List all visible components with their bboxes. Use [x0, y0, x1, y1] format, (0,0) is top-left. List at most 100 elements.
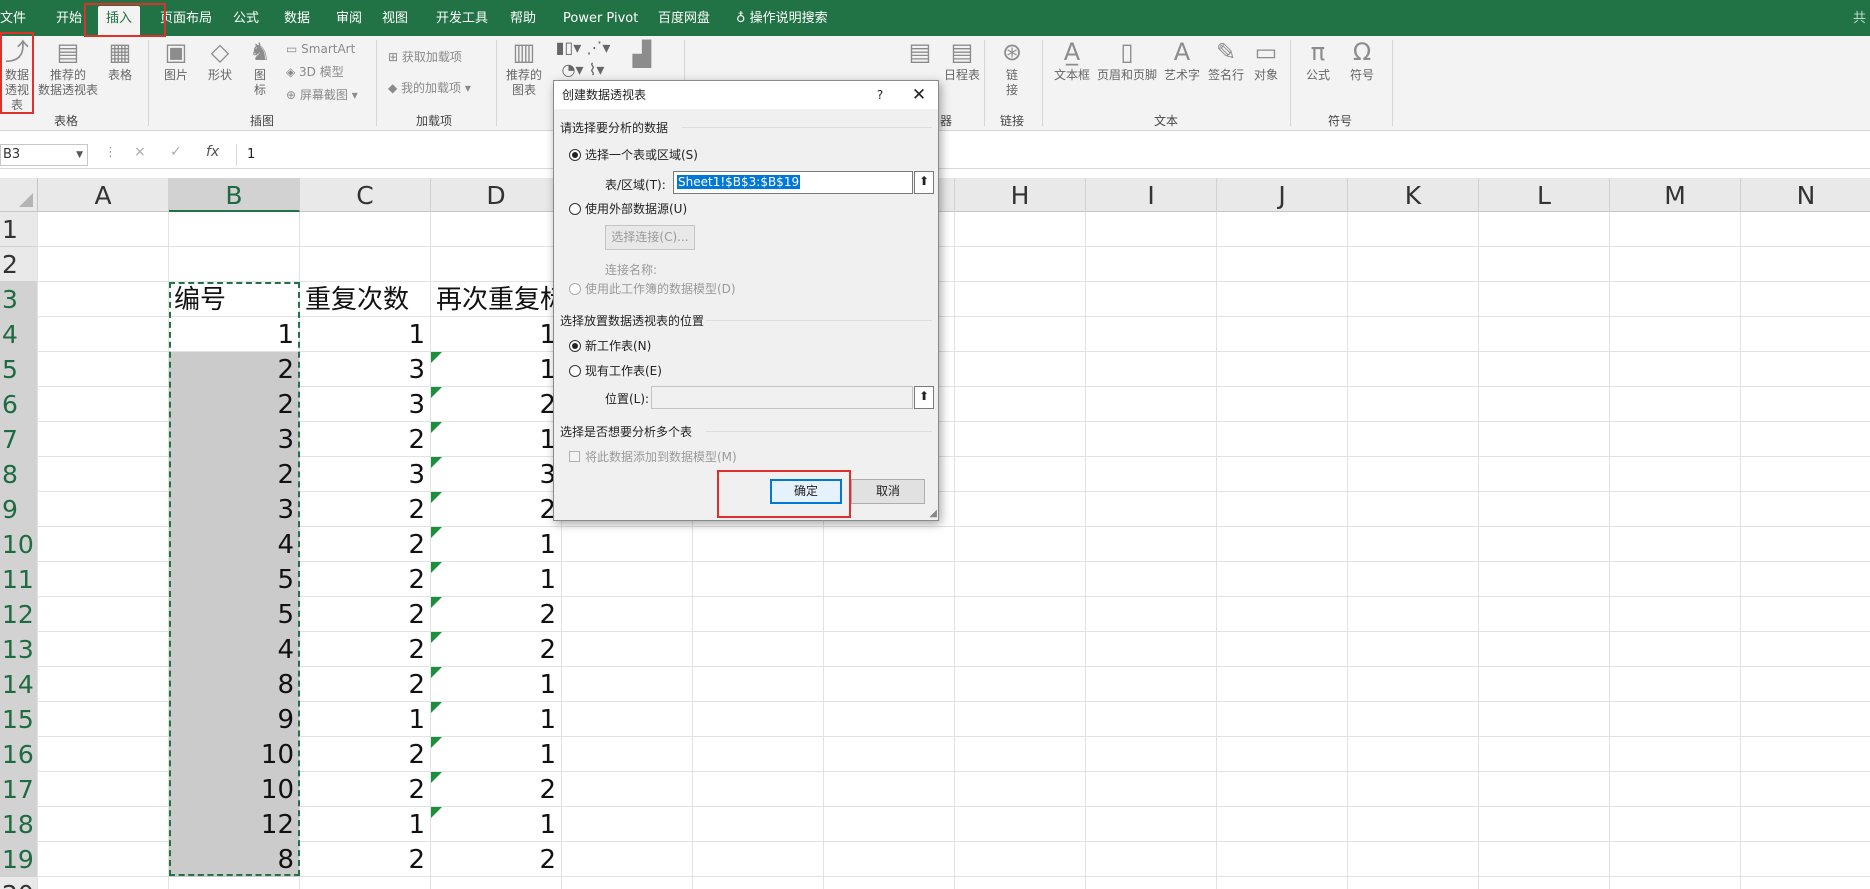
cell-repeat-mark[interactable]: 1	[431, 317, 561, 352]
slicer-button[interactable]: ▤	[900, 38, 940, 68]
column-header[interactable]: M	[1610, 178, 1741, 212]
row-header[interactable]: 12	[0, 597, 38, 632]
cell-repeat-mark[interactable]: 1	[431, 422, 561, 457]
equation-button[interactable]: π 公式	[1300, 38, 1336, 83]
formula-input[interactable]: 1	[236, 144, 1866, 166]
cell-id[interactable]: 5	[169, 597, 299, 632]
cell-id[interactable]: 2	[169, 457, 299, 492]
collapse-dialog-icon[interactable]: ⬆	[914, 386, 934, 409]
row-header[interactable]: 19	[0, 842, 38, 877]
cell-id[interactable]: 8	[169, 667, 299, 702]
menu-tab-3[interactable]: 页面布局	[160, 0, 212, 36]
cell-id[interactable]: 12	[169, 807, 299, 842]
row-header[interactable]: 11	[0, 562, 38, 597]
error-indicator-icon[interactable]	[431, 632, 442, 643]
menu-tab-11[interactable]: 百度网盘	[658, 0, 710, 36]
ok-button[interactable]: 确定	[770, 479, 842, 504]
option-existing-worksheet[interactable]: 现有工作表(E)	[569, 362, 662, 380]
error-indicator-icon[interactable]	[431, 772, 442, 783]
cell-id[interactable]: 5	[169, 562, 299, 597]
insert-function-icon[interactable]: fx	[206, 144, 219, 160]
header-cell-repeat-mark[interactable]: 再次重复标	[431, 282, 571, 317]
cell-repeat-mark[interactable]: 2	[431, 492, 561, 527]
menu-tab-0[interactable]: 文件	[0, 0, 26, 36]
3d-model-button[interactable]: ◈ 3D 模型	[286, 65, 344, 80]
share-button[interactable]: 共	[1853, 0, 1866, 36]
cell-repeat-mark[interactable]: 2	[431, 842, 561, 877]
cell-id[interactable]: 3	[169, 492, 299, 527]
symbol-button[interactable]: Ω 符号	[1344, 38, 1380, 83]
menu-tab-10[interactable]: Power Pivot	[563, 0, 638, 36]
cell-repeat-count[interactable]: 1	[300, 807, 430, 842]
screenshot-button[interactable]: ⊕ 屏幕截图 ▾	[286, 88, 358, 103]
cell-id[interactable]: 1	[169, 317, 299, 352]
cell-id[interactable]: 8	[169, 842, 299, 877]
row-header[interactable]: 2	[0, 247, 38, 282]
menu-tab-6[interactable]: 审阅	[336, 0, 362, 36]
collapse-dialog-icon[interactable]: ⬆	[914, 171, 934, 194]
cell-id[interactable]: 2	[169, 352, 299, 387]
checkbox-disabled[interactable]	[569, 451, 580, 462]
cell-repeat-mark[interactable]: 1	[431, 352, 561, 387]
cell-repeat-mark[interactable]: 2	[431, 772, 561, 807]
cell-repeat-mark[interactable]: 1	[431, 667, 561, 702]
cell-repeat-count[interactable]: 2	[300, 772, 430, 807]
drag-handle-icon[interactable]: ⋮	[104, 145, 117, 160]
cell-repeat-mark[interactable]: 1	[431, 702, 561, 737]
help-icon[interactable]: ?	[866, 81, 894, 109]
menu-tab-2[interactable]: 插入	[98, 6, 141, 36]
column-header[interactable]: I	[1086, 178, 1217, 212]
column-header[interactable]: L	[1479, 178, 1610, 212]
menu-tab-5[interactable]: 数据	[284, 0, 310, 36]
resize-grip-icon[interactable]: ◢	[929, 509, 937, 519]
cell-repeat-count[interactable]: 3	[300, 457, 430, 492]
option-new-worksheet[interactable]: 新工作表(N)	[569, 337, 651, 355]
error-indicator-icon[interactable]	[431, 387, 442, 398]
table-range-input[interactable]: Sheet1!$B$3:$B$19	[673, 171, 913, 194]
cell-repeat-count[interactable]: 2	[300, 562, 430, 597]
menu-tab-8[interactable]: 开发工具	[436, 0, 488, 36]
menu-tab-7[interactable]: 视图	[382, 0, 408, 36]
link-button[interactable]: ⊛ 链 接	[996, 38, 1028, 98]
column-header[interactable]: A	[38, 178, 169, 212]
cell-repeat-count[interactable]: 2	[300, 492, 430, 527]
cell-repeat-mark[interactable]: 1	[431, 737, 561, 772]
select-all-corner[interactable]	[0, 178, 38, 212]
column-header[interactable]: K	[1348, 178, 1479, 212]
cell-repeat-count[interactable]: 3	[300, 387, 430, 422]
option-external-source[interactable]: 使用外部数据源(U)	[569, 200, 687, 218]
cell-repeat-count[interactable]: 1	[300, 702, 430, 737]
row-header[interactable]: 14	[0, 667, 38, 702]
error-indicator-icon[interactable]	[431, 737, 442, 748]
header-cell-repeat-count[interactable]: 重复次数	[300, 282, 430, 317]
shapes-button[interactable]: ◇ 形状	[200, 38, 240, 83]
textbox-button[interactable]: A̲ 文本框	[1050, 38, 1094, 83]
row-header[interactable]: 4	[0, 317, 38, 352]
cell-id[interactable]: 4	[169, 632, 299, 667]
get-addins-button[interactable]: ⊞ 获取加载项	[388, 50, 462, 65]
error-indicator-icon[interactable]	[431, 807, 442, 818]
row-header[interactable]: 15	[0, 702, 38, 737]
menu-tab-4[interactable]: 公式	[233, 0, 259, 36]
cell-id[interactable]: 2	[169, 387, 299, 422]
enter-icon[interactable]: ✓	[170, 144, 182, 160]
icons-button[interactable]: ♞ 图 标	[244, 38, 276, 98]
error-indicator-icon[interactable]	[431, 597, 442, 608]
row-header[interactable]: 10	[0, 527, 38, 562]
wordart-button[interactable]: A 艺术字	[1160, 38, 1204, 83]
cell-id[interactable]: 10	[169, 737, 299, 772]
error-indicator-icon[interactable]	[431, 422, 442, 433]
pivot-table-button[interactable]: ⤴ 数据 透视表	[0, 38, 34, 113]
cell-repeat-mark[interactable]: 1	[431, 527, 561, 562]
cell-id[interactable]: 3	[169, 422, 299, 457]
cell-repeat-mark[interactable]: 1	[431, 807, 561, 842]
error-indicator-icon[interactable]	[431, 562, 442, 573]
cell-repeat-mark[interactable]: 2	[431, 387, 561, 422]
pictures-button[interactable]: ▣ 图片	[158, 38, 194, 83]
recommended-pivot-button[interactable]: ▤ 推荐的 数据透视表	[36, 38, 100, 98]
error-indicator-icon[interactable]	[431, 527, 442, 538]
cell-repeat-count[interactable]: 2	[300, 422, 430, 457]
cell-repeat-mark[interactable]: 2	[431, 597, 561, 632]
column-header[interactable]: N	[1741, 178, 1870, 212]
error-indicator-icon[interactable]	[431, 352, 442, 363]
